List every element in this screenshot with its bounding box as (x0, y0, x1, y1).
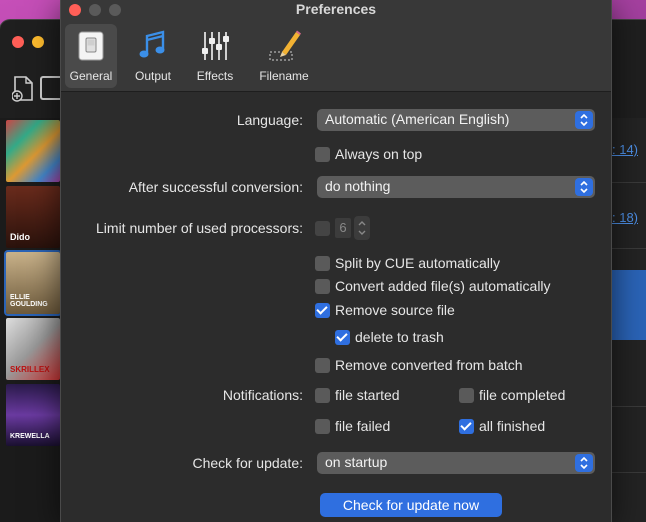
tab-effects[interactable]: Effects (189, 24, 241, 88)
album-label: KREWELLA (10, 433, 50, 440)
bg-link[interactable]: : 14) (612, 142, 638, 157)
checkbox-label: Always on top (335, 146, 423, 162)
remove-source-checkbox[interactable]: Remove source file (315, 302, 455, 320)
music-note-icon (139, 30, 165, 58)
checkbox-label: file completed (479, 387, 566, 403)
language-value: Automatic (American English) (325, 111, 510, 127)
row-divider (612, 472, 646, 473)
album-label: ELLIE GOULDING (10, 294, 48, 308)
window-title: Preferences (295, 1, 377, 17)
processors-field[interactable]: 6 (335, 218, 351, 238)
album-thumbnail[interactable] (6, 120, 60, 182)
checkbox-box[interactable] (315, 419, 330, 434)
tab-label: Output (134, 69, 172, 83)
tab-output[interactable]: Output (127, 24, 179, 88)
remove-converted-checkbox[interactable]: Remove converted from batch (315, 357, 523, 375)
tab-filename[interactable]: Filename (253, 24, 315, 88)
row-divider (612, 406, 646, 407)
add-file-icon[interactable] (12, 76, 34, 102)
preferences-window: Preferences General Output Effects Filen… (60, 0, 612, 522)
convert-added-checkbox[interactable]: Convert added file(s) automatically (315, 278, 551, 296)
checkbox-label: all finished (479, 418, 546, 434)
row-divider (612, 182, 646, 183)
after-conversion-value: do nothing (325, 178, 391, 194)
album-label: SKRILLEX (10, 365, 50, 374)
notif-file-completed-checkbox[interactable]: file completed (459, 387, 565, 405)
bg-link[interactable]: : 18) (612, 210, 638, 225)
tab-label: Effects (196, 69, 234, 83)
album-thumbnail[interactable]: Dido (6, 186, 60, 248)
delete-to-trash-checkbox[interactable]: delete to trash (335, 329, 444, 347)
switch-icon (78, 31, 104, 61)
checkbox-box[interactable] (459, 388, 474, 403)
bg-close-button[interactable] (12, 36, 24, 48)
checkbox-box[interactable] (315, 147, 330, 162)
bg-track-list: : 14) : 18) (612, 118, 646, 522)
selected-row[interactable] (612, 270, 646, 340)
notif-file-failed-checkbox[interactable]: file failed (315, 418, 390, 436)
notif-file-started-checkbox[interactable]: file started (315, 387, 400, 405)
bg-minimize-button[interactable] (32, 36, 44, 48)
checkbox-box[interactable] (315, 358, 330, 373)
sliders-icon (202, 32, 229, 60)
preferences-toolbar: General Output Effects Filename (61, 20, 611, 92)
album-thumbnail[interactable]: KREWELLA (6, 384, 60, 446)
after-conversion-select[interactable]: do nothing (317, 176, 595, 198)
checkbox-box[interactable] (315, 279, 330, 294)
album-thumbnail[interactable]: SKRILLEX (6, 318, 60, 380)
checkbox-label: Split by CUE automatically (335, 255, 500, 271)
checkbox-box[interactable] (315, 256, 330, 271)
language-label: Language: (236, 112, 303, 128)
check-update-value: on startup (325, 454, 388, 470)
limit-processors-checkbox[interactable] (315, 221, 330, 236)
check-update-now-button[interactable]: Check for update now (320, 493, 502, 517)
album-thumbnail[interactable]: ELLIE GOULDING (6, 252, 60, 314)
album-label: Dido (10, 232, 30, 242)
always-on-top-checkbox[interactable]: Always on top (315, 146, 422, 164)
stepper-arrows-icon (358, 221, 366, 235)
processors-stepper[interactable] (354, 216, 370, 240)
checkbox-box[interactable] (315, 303, 330, 318)
chevron-updown-icon (575, 111, 593, 129)
notif-all-finished-checkbox[interactable]: all finished (459, 418, 545, 436)
album-list: Dido ELLIE GOULDING SKRILLEX KREWELLA (0, 118, 60, 522)
language-select[interactable]: Automatic (American English) (317, 109, 595, 131)
checkbox-box[interactable] (459, 419, 474, 434)
title-bar: Preferences (61, 0, 611, 20)
after-conversion-label: After successful conversion: (128, 179, 303, 195)
split-cue-checkbox[interactable]: Split by CUE automatically (315, 255, 500, 273)
checkbox-box[interactable] (315, 388, 330, 403)
chevron-updown-icon (575, 178, 593, 196)
checkbox-box[interactable] (335, 330, 350, 345)
checkbox-label: Remove converted from batch (335, 357, 523, 373)
tab-label: General (69, 69, 113, 83)
row-divider (612, 248, 646, 249)
checkbox-label: file started (335, 387, 400, 403)
tab-label: Filename (259, 69, 309, 83)
bg-toolbar-button[interactable] (40, 76, 62, 100)
checkbox-label: Remove source file (335, 302, 455, 318)
checkbox-label: Convert added file(s) automatically (335, 278, 551, 294)
checkbox-label: delete to trash (355, 329, 444, 345)
check-update-label: Check for update: (192, 455, 303, 471)
tab-general[interactable]: General (65, 24, 117, 88)
limit-processors-label: Limit number of used processors: (96, 220, 303, 236)
chevron-updown-icon (575, 454, 593, 472)
pencil-icon (269, 30, 301, 61)
notifications-label: Notifications: (222, 387, 303, 403)
check-update-select[interactable]: on startup (317, 452, 595, 474)
checkbox-label: file failed (335, 418, 391, 434)
